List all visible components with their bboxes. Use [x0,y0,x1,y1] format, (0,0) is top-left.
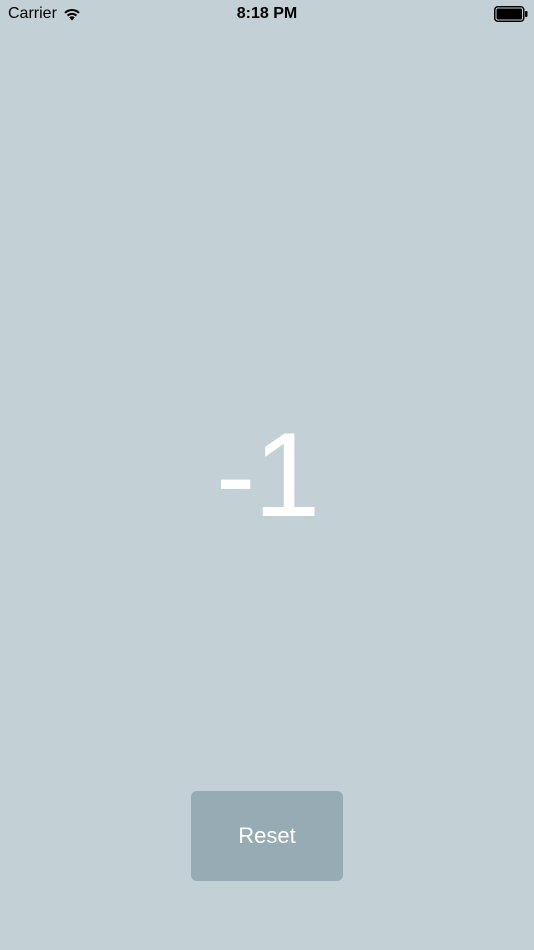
reset-button[interactable]: Reset [191,791,343,881]
app-screen: Carrier 8:18 PM -1 Reset [0,0,534,950]
status-time: 8:18 PM [236,5,298,22]
status-bar: Carrier 8:18 PM [0,0,534,28]
battery-icon [494,6,528,22]
counter-value: -1 [215,408,321,542]
